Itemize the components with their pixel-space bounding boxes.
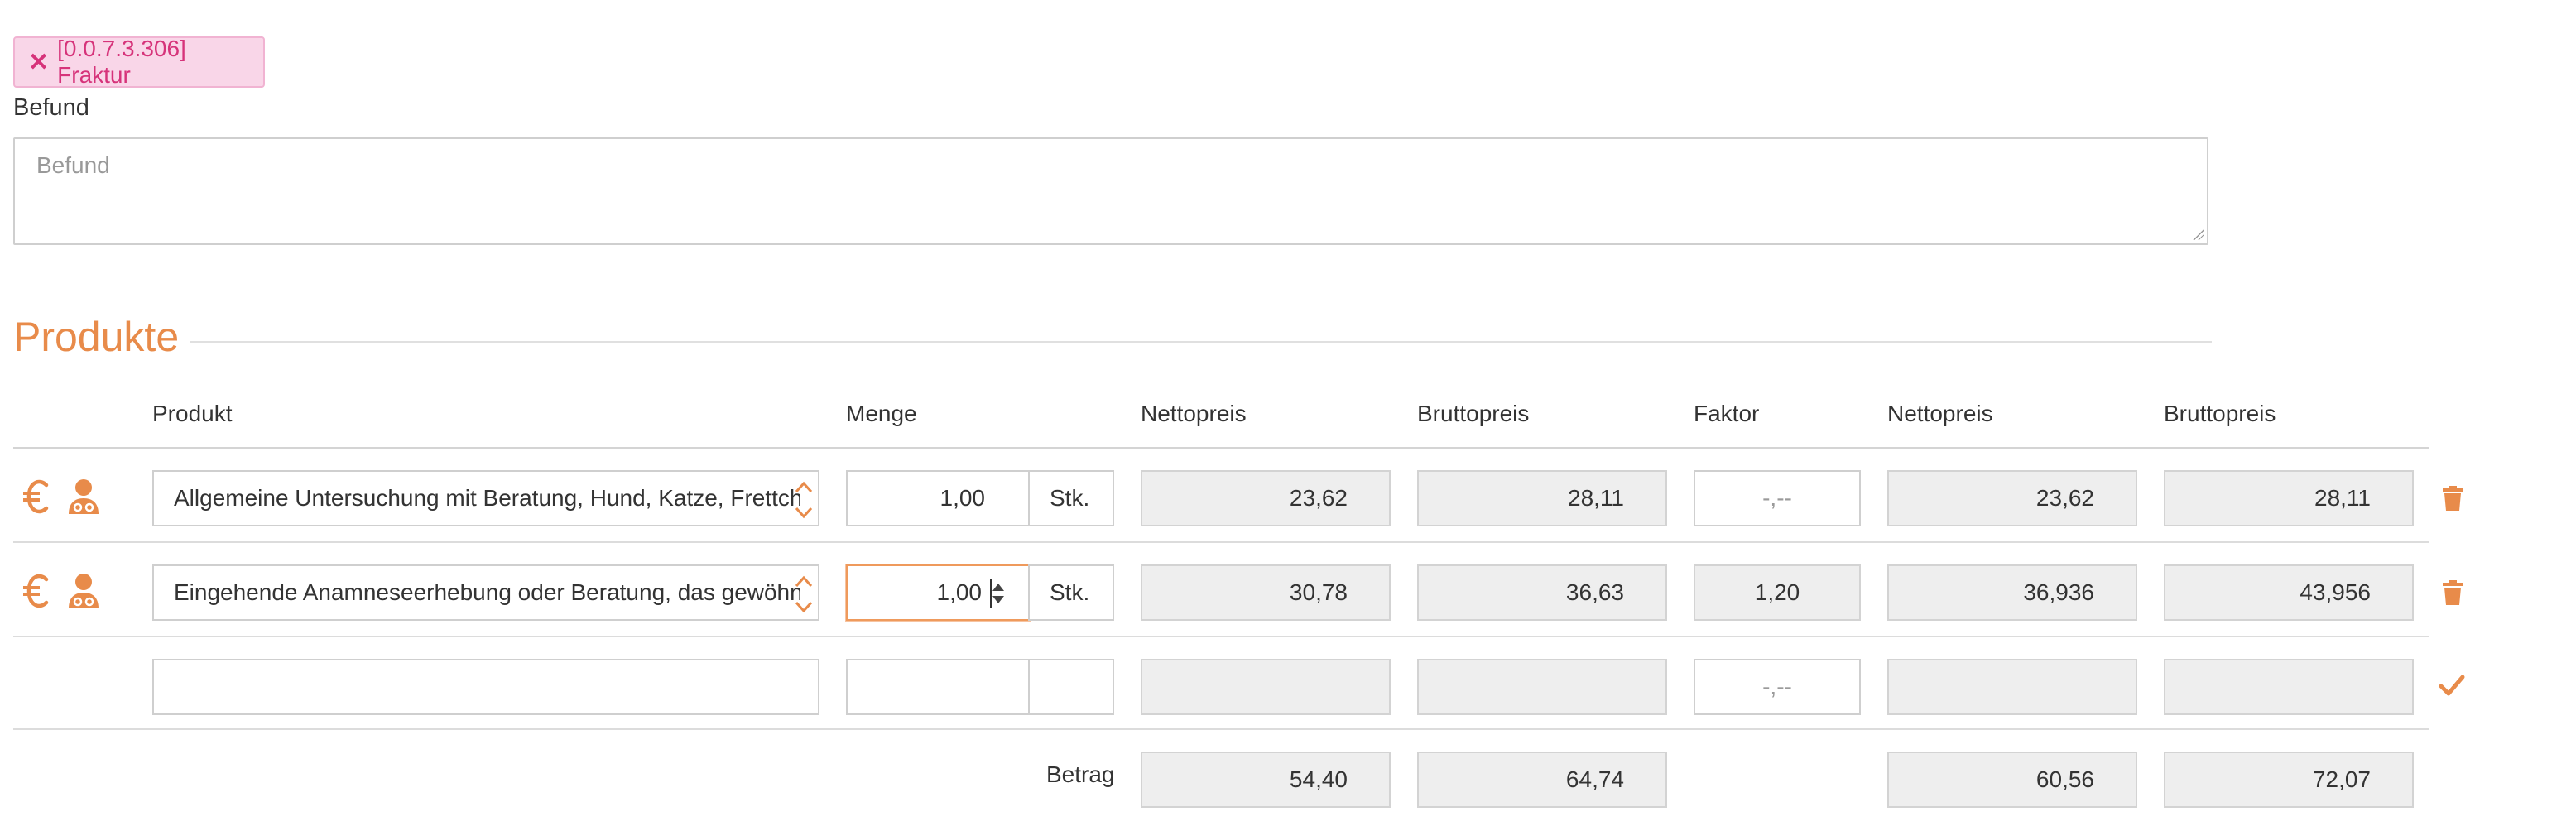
vet-person-icon[interactable]	[66, 478, 101, 515]
new-product-input[interactable]	[152, 659, 819, 715]
total-gross-total: 72,07	[2164, 752, 2414, 808]
factor-input[interactable]: -,--	[1694, 470, 1861, 526]
quantity-value: 1,00	[940, 485, 986, 511]
quantity-input[interactable]: 1,00	[846, 470, 1030, 526]
unit-value: Stk.	[1050, 485, 1090, 511]
befund-placeholder: Befund	[36, 152, 110, 178]
gross-total: 43,956	[2164, 564, 2414, 621]
euro-icon[interactable]	[22, 478, 50, 515]
gross-total: 28,11	[2164, 470, 2414, 526]
total-net-total: 60,56	[1887, 752, 2137, 808]
total-gross-total-value: 72,07	[2312, 766, 2371, 792]
befund-textarea[interactable]: Befund	[13, 137, 2208, 245]
chevron-up-down-icon[interactable]	[793, 571, 815, 617]
new-gross-total	[2164, 659, 2414, 715]
factor-placeholder: -,--	[1762, 485, 1792, 511]
diagnosis-tag: ✕ [0.0.7.3.306] Fraktur	[13, 36, 265, 88]
quantity-value: 1,00	[936, 579, 983, 605]
factor-field: 1,20	[1694, 564, 1861, 621]
product-input-value: Allgemeine Untersuchung mit Beratung, Hu…	[174, 485, 800, 511]
resize-handle[interactable]	[2192, 228, 2204, 240]
quantity-input[interactable]: 1,00	[846, 564, 1030, 621]
gross-price: 28,11	[1417, 470, 1667, 526]
new-net-total	[1887, 659, 2137, 715]
row-divider	[13, 728, 2429, 730]
products-section-title: Produkte	[13, 314, 180, 360]
euro-icon[interactable]	[22, 573, 50, 609]
vet-person-icon[interactable]	[66, 573, 101, 609]
total-gross-price-value: 64,74	[1565, 766, 1624, 792]
trash-icon[interactable]	[2442, 485, 2463, 512]
gross-price-value: 28,11	[1568, 485, 1624, 511]
new-net-price	[1141, 659, 1391, 715]
total-net-total-value: 60,56	[2035, 766, 2094, 792]
net-total: 23,62	[1887, 470, 2137, 526]
invoice-editor: ✕ [0.0.7.3.306] Fraktur Befund Befund Pr…	[0, 0, 2576, 831]
net-price-value: 23,62	[1289, 485, 1348, 511]
product-input-value: Eingehende Anamneseerhebung oder Beratun…	[174, 579, 800, 605]
diagnosis-tag-label: [0.0.7.3.306] Fraktur	[57, 36, 186, 88]
spinner-icon[interactable]	[990, 579, 1007, 608]
net-price: 23,62	[1141, 470, 1391, 526]
new-gross-price	[1417, 659, 1667, 715]
net-total-value: 36,936	[2023, 579, 2094, 605]
trash-icon[interactable]	[2442, 579, 2463, 606]
total-net-price-value: 54,40	[1289, 766, 1348, 792]
befund-label: Befund	[13, 94, 89, 121]
section-divider	[190, 341, 2212, 343]
new-unit-field	[1028, 659, 1114, 715]
unit-field: Stk.	[1028, 564, 1114, 621]
net-total: 36,936	[1887, 564, 2137, 621]
net-price-value: 30,78	[1289, 579, 1348, 605]
check-icon[interactable]	[2439, 674, 2465, 697]
net-total-value: 23,62	[2035, 485, 2094, 511]
header-bruttopreis: Bruttopreis	[1417, 401, 1530, 426]
header-faktor: Faktor	[1694, 401, 1760, 426]
header-divider	[13, 447, 2429, 449]
header-nettopreis-total: Nettopreis	[1887, 401, 1993, 426]
new-factor-input[interactable]: -,--	[1694, 659, 1861, 715]
header-nettopreis: Nettopreis	[1141, 401, 1247, 426]
header-produkt: Produkt	[152, 401, 233, 426]
close-icon[interactable]: ✕	[28, 48, 49, 77]
gross-total-value: 28,11	[2314, 485, 2371, 511]
gross-price: 36,63	[1417, 564, 1667, 621]
gross-price-value: 36,63	[1565, 579, 1624, 605]
product-input[interactable]: Eingehende Anamneseerhebung oder Beratun…	[152, 564, 819, 621]
header-menge: Menge	[846, 401, 917, 426]
header-bruttopreis-total: Bruttopreis	[2164, 401, 2276, 426]
new-quantity-input[interactable]	[846, 659, 1030, 715]
net-price: 30,78	[1141, 564, 1391, 621]
gross-total-value: 43,956	[2300, 579, 2371, 605]
product-input[interactable]: Allgemeine Untersuchung mit Beratung, Hu…	[152, 470, 819, 526]
factor-value: 1,20	[1754, 579, 1800, 605]
unit-field: Stk.	[1028, 470, 1114, 526]
total-net-price: 54,40	[1141, 752, 1391, 808]
total-gross-price: 64,74	[1417, 752, 1667, 808]
unit-value: Stk.	[1050, 579, 1090, 605]
row-divider	[13, 541, 2429, 543]
totals-label: Betrag	[1046, 761, 1115, 787]
factor-placeholder: -,--	[1762, 674, 1792, 699]
row-divider	[13, 636, 2429, 637]
chevron-up-down-icon[interactable]	[793, 477, 815, 523]
